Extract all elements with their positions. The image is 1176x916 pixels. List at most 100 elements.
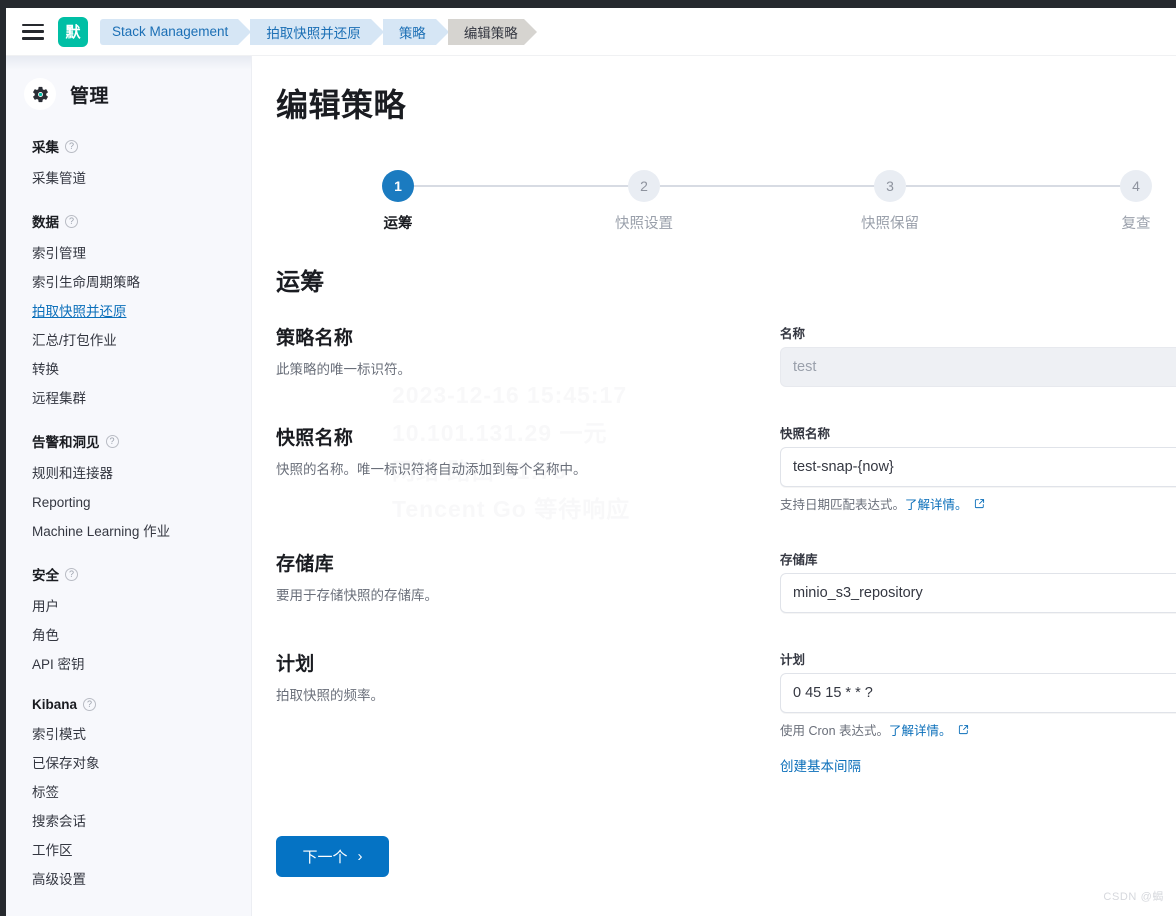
sidebar-group-label: Kibana [32, 697, 77, 712]
sidebar-group-label: 数据 [32, 211, 59, 231]
create-basic-interval-link[interactable]: 创建基本间隔 [780, 755, 861, 775]
form-row-repository: 存储库 要用于存储快照的存储库。 存储库 [276, 549, 1176, 613]
sidebar-item-spaces[interactable]: 工作区 [6, 836, 251, 865]
help-icon[interactable]: ? [65, 215, 78, 228]
sidebar-item-advanced-settings[interactable]: 高级设置 [6, 865, 251, 894]
field-heading: 策略名称 [276, 323, 740, 350]
help-icon[interactable]: ? [106, 435, 119, 448]
field-heading: 存储库 [276, 549, 740, 576]
page-title: 编辑策略 [276, 80, 1176, 126]
next-button[interactable]: 下一个 › [276, 836, 389, 877]
form-row-description: 快照名称 快照的名称。唯一标识符将自动添加到每个名称中。 [276, 423, 780, 513]
sidebar-item-snapshot-restore[interactable]: 拍取快照并还原 [6, 297, 251, 326]
sidebar-item-transforms[interactable]: 转换 [6, 355, 251, 384]
breadcrumb-item-edit-policy[interactable]: 编辑策略 [448, 19, 524, 45]
sidebar-group-label: 告警和洞见 [32, 431, 100, 451]
learn-more-link[interactable]: 了解详情。 [905, 494, 968, 513]
help-text: 支持日期匹配表达式。 [780, 494, 905, 513]
step-1-orchestration[interactable]: 1 运筹 [338, 170, 458, 233]
breadcrumb-item-stack-management[interactable]: Stack Management [100, 19, 238, 45]
sidebar-title: 管理 [70, 81, 109, 108]
sidebar-item-index-lifecycle-policies[interactable]: 索引生命周期策略 [6, 268, 251, 297]
sidebar: 管理 采集 ? 采集管道 数据 ? 索引管理 索引生命周期策略 拍取快照并还原 … [6, 56, 252, 916]
sidebar-group-ingest: 采集 ? 采集管道 [6, 136, 251, 193]
external-link-icon[interactable] [974, 498, 985, 512]
space-badge[interactable]: 默 [58, 17, 88, 47]
field-label-schedule: 计划 [780, 649, 1176, 668]
sidebar-item-users[interactable]: 用户 [6, 592, 251, 621]
policy-name-input[interactable] [780, 347, 1176, 387]
step-connector-1 [414, 185, 640, 187]
sidebar-item-saved-objects[interactable]: 已保存对象 [6, 749, 251, 778]
sidebar-group-data: 数据 ? 索引管理 索引生命周期策略 拍取快照并还原 汇总/打包作业 转换 远程… [6, 211, 251, 413]
breadcrumb-item-policies[interactable]: 策略 [383, 19, 436, 45]
field-description: 要用于存储快照的存储库。 [276, 586, 740, 606]
field-description: 拍取快照的频率。 [276, 686, 740, 706]
sidebar-group-title-ingest: 采集 ? [6, 136, 251, 164]
schedule-cron-input[interactable] [780, 673, 1176, 713]
sidebar-item-roles[interactable]: 角色 [6, 621, 251, 650]
learn-more-link[interactable]: 了解详情。 [889, 720, 952, 739]
step-connector-2 [660, 185, 886, 187]
form-row-control: 计划 使用 Cron 表达式。 了解详情。 创建基本间隔 [780, 649, 1176, 776]
sidebar-item-search-sessions[interactable]: 搜索会话 [6, 807, 251, 836]
sidebar-top-shade [6, 56, 252, 70]
sidebar-group-label: 采集 [32, 136, 59, 156]
repository-select[interactable] [780, 573, 1176, 613]
breadcrumb-item-snapshot-restore[interactable]: 拍取快照并还原 [250, 19, 371, 45]
policy-form: 运筹 策略名称 此策略的唯一标识符。 名称 快照名称 快照的名称。唯一标识符将自… [276, 262, 1176, 776]
form-row-control: 存储库 [780, 549, 1176, 613]
sidebar-item-reporting[interactable]: Reporting [6, 488, 251, 517]
step-4-review[interactable]: 4 复查 [1076, 170, 1176, 233]
help-icon[interactable]: ? [83, 698, 96, 711]
snapshot-name-input[interactable] [780, 447, 1176, 487]
sidebar-item-index-management[interactable]: 索引管理 [6, 239, 251, 268]
sidebar-group-title-alerts: 告警和洞见 ? [6, 431, 251, 459]
corner-watermark: CSDN @蝎 [1103, 888, 1164, 904]
step-label: 运筹 [384, 212, 413, 233]
step-3-snapshot-retention[interactable]: 3 快照保留 [830, 170, 950, 233]
sidebar-group-title-data: 数据 ? [6, 211, 251, 239]
schedule-help: 使用 Cron 表达式。 了解详情。 [780, 720, 1176, 739]
form-row-control: 名称 [780, 323, 1176, 387]
field-label-snapshot-name: 快照名称 [780, 423, 1176, 442]
gear-icon [24, 78, 56, 110]
step-number: 2 [628, 170, 660, 202]
step-number: 1 [382, 170, 414, 202]
sidebar-item-rules-connectors[interactable]: 规则和连接器 [6, 459, 251, 488]
app-root: 默 Stack Management 拍取快照并还原 策略 编辑策略 管理 采集 [0, 0, 1176, 916]
hamburger-icon[interactable] [22, 24, 44, 40]
sidebar-item-machine-learning-jobs[interactable]: Machine Learning 作业 [6, 517, 251, 546]
sidebar-item-ingest-pipelines[interactable]: 采集管道 [6, 164, 251, 193]
sidebar-group-security: 安全 ? 用户 角色 API 密钥 [6, 564, 251, 679]
help-icon[interactable]: ? [65, 140, 78, 153]
field-heading: 快照名称 [276, 423, 740, 450]
form-row-description: 存储库 要用于存储快照的存储库。 [276, 549, 780, 613]
sidebar-item-remote-clusters[interactable]: 远程集群 [6, 384, 251, 413]
sidebar-group-alerts-insights: 告警和洞见 ? 规则和连接器 Reporting Machine Learnin… [6, 431, 251, 546]
help-icon[interactable]: ? [65, 568, 78, 581]
form-row-schedule: 计划 拍取快照的频率。 计划 使用 Cron 表达式。 了解详情。 [276, 649, 1176, 776]
step-label: 快照保留 [861, 212, 919, 233]
field-label-name: 名称 [780, 323, 1176, 342]
window-top-strip [0, 0, 1176, 8]
snapshot-name-help: 支持日期匹配表达式。 了解详情。 [780, 494, 1176, 513]
step-wizard: 1 运筹 2 快照设置 3 快照保留 4 复查 [276, 170, 1176, 240]
form-row-description: 策略名称 此策略的唯一标识符。 [276, 323, 780, 387]
sidebar-item-tags[interactable]: 标签 [6, 778, 251, 807]
main-content: 2023-12-16 15:45:17 10.101.131.29 一元 网络 … [252, 56, 1176, 916]
sidebar-group-kibana: Kibana ? 索引模式 已保存对象 标签 搜索会话 工作区 高级设置 [6, 697, 251, 894]
step-number: 4 [1120, 170, 1152, 202]
global-header: 默 Stack Management 拍取快照并还原 策略 编辑策略 [6, 8, 1176, 56]
sidebar-item-api-keys[interactable]: API 密钥 [6, 650, 251, 679]
step-connector-3 [906, 185, 1132, 187]
step-2-snapshot-settings[interactable]: 2 快照设置 [584, 170, 704, 233]
field-description: 快照的名称。唯一标识符将自动添加到每个名称中。 [276, 460, 740, 480]
sidebar-group-title-kibana: Kibana ? [6, 697, 251, 720]
field-description: 此策略的唯一标识符。 [276, 360, 740, 380]
sidebar-item-rollup-jobs[interactable]: 汇总/打包作业 [6, 326, 251, 355]
external-link-icon[interactable] [958, 724, 969, 738]
sidebar-group-label: 安全 [32, 564, 59, 584]
sidebar-item-index-patterns[interactable]: 索引模式 [6, 720, 251, 749]
breadcrumb: Stack Management 拍取快照并还原 策略 编辑策略 [100, 19, 524, 45]
